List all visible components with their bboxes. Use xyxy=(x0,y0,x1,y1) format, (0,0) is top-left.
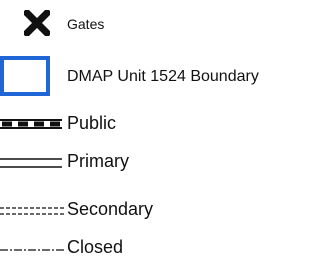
legend-label-closed: Closed xyxy=(67,237,124,257)
map-legend: Gates DMAP Unit 1524 Boundary Public Pri… xyxy=(0,0,322,260)
double-line-icon xyxy=(0,156,62,168)
dashed-thick-line-icon xyxy=(0,117,62,131)
legend-label-gates: Gates xyxy=(67,16,105,32)
dash-dot-line-icon xyxy=(0,242,64,252)
x-mark-icon xyxy=(23,9,51,37)
boundary-box-icon xyxy=(0,56,50,96)
legend-label-primary: Primary xyxy=(67,151,129,171)
dashed-double-line-icon xyxy=(0,204,64,216)
legend-label-secondary: Secondary xyxy=(67,199,154,219)
legend-label-public: Public xyxy=(67,113,117,133)
legend-label-boundary: DMAP Unit 1524 Boundary xyxy=(67,68,259,85)
